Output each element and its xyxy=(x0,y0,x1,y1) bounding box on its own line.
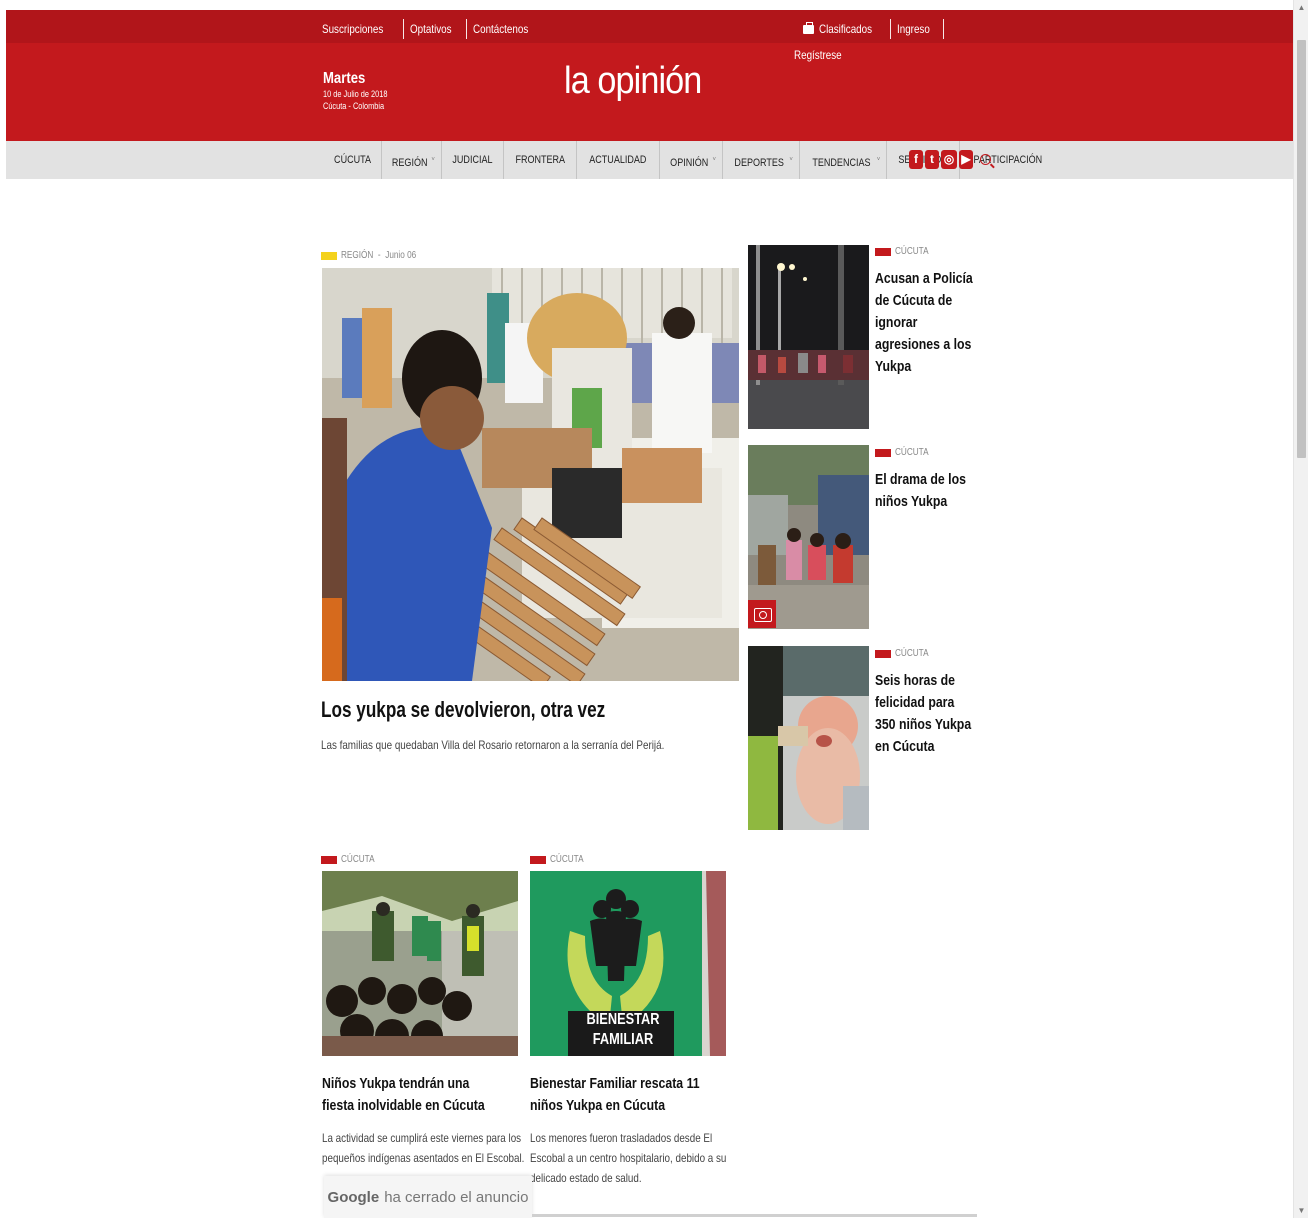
side-story-title-2[interactable]: El drama de los niños Yukpa xyxy=(875,469,973,513)
side-story-category-2: CÚCUTA xyxy=(875,447,936,458)
search-icon[interactable] xyxy=(980,154,991,165)
nav-item-opinion[interactable]: OPINIÓN ˅ xyxy=(660,141,723,179)
site-logo[interactable]: la opinión xyxy=(564,60,702,103)
site-header: Suscripciones Optativos Contáctenos Clas… xyxy=(6,10,1293,141)
briefcase-icon xyxy=(803,21,814,34)
nav-item-deportes[interactable]: DEPORTES ˅ xyxy=(723,141,800,179)
camera-icon xyxy=(748,600,776,628)
card-image-1[interactable] xyxy=(322,871,518,1056)
category-label[interactable]: REGIÓN - Junio 06 xyxy=(341,250,416,261)
divider xyxy=(889,19,891,39)
featured-summary: Las familias que quedaban Villa del Rosa… xyxy=(321,738,665,752)
location: Cúcuta - Colombia xyxy=(323,101,385,111)
card-summary-2: Los menores fueron trasladados desde El … xyxy=(530,1131,727,1185)
side-story-image-1[interactable] xyxy=(748,245,869,429)
card-category-2: CÚCUTA xyxy=(530,854,591,865)
side-story-title-3[interactable]: Seis horas de felicidad para 350 niños Y… xyxy=(875,670,973,758)
nav-item-judicial[interactable]: JUDICIAL xyxy=(442,141,504,179)
main-nav: CÚCUTA REGIÓN ˅ JUDICIAL FRONTERA ACTUALI… xyxy=(6,141,1293,179)
instagram-icon[interactable]: ◎ xyxy=(941,150,957,169)
side-story-category-1: CÚCUTA xyxy=(875,246,936,257)
card-image-2[interactable]: BIENESTAR FAMILIAR xyxy=(530,871,726,1056)
category-marker xyxy=(875,247,891,256)
ad-closed-text: ha cerrado el anuncio xyxy=(384,1188,529,1206)
top-bar: Suscripciones Optativos Contáctenos Clas… xyxy=(6,10,1293,43)
nav-item-frontera[interactable]: FRONTERA xyxy=(504,141,578,179)
card-title-2[interactable]: Bienestar Familiar rescata 11 niños Yukp… xyxy=(530,1073,710,1117)
account-links: Clasificados Ingreso xyxy=(803,19,950,39)
featured-image[interactable] xyxy=(322,268,739,681)
card-category-1: CÚCUTA xyxy=(321,854,382,865)
twitter-icon[interactable]: t xyxy=(925,150,939,169)
nav-item-actualidad[interactable]: ACTUALIDAD xyxy=(577,141,661,179)
youtube-icon[interactable]: ▶ xyxy=(959,150,973,169)
ad-closed-notice: Google ha cerrado el anuncio xyxy=(324,1176,532,1218)
weekday: Martes xyxy=(323,70,366,87)
side-story-category-3: CÚCUTA xyxy=(875,648,936,659)
divider xyxy=(402,19,404,39)
social-links: f t ◎ ▶ xyxy=(909,150,991,169)
date-block: Martes 10 de Julio de 2018 Cúcuta - Colo… xyxy=(323,70,402,112)
google-logo: Google xyxy=(327,1188,380,1206)
card-summary-1: La actividad se cumplirá este viernes pa… xyxy=(322,1131,525,1165)
facebook-icon[interactable]: f xyxy=(909,150,923,169)
bienestar-sign: BIENESTAR FAMILIAR xyxy=(586,1011,660,1048)
category-marker xyxy=(875,649,891,658)
subscriptions-link[interactable]: Suscripciones xyxy=(322,22,383,36)
nav-item-cucuta[interactable]: CÚCUTA xyxy=(324,141,383,179)
scroll-up-arrow-icon[interactable]: ▲ xyxy=(1294,0,1308,15)
category-marker xyxy=(321,251,337,260)
optativos-link[interactable]: Optativos xyxy=(410,22,452,36)
top-links: Suscripciones Optativos Contáctenos xyxy=(322,19,541,39)
divider xyxy=(466,19,468,39)
vertical-scrollbar[interactable]: ▲ ▼ xyxy=(1293,0,1308,1218)
login-link[interactable]: Ingreso xyxy=(897,22,930,36)
full-date: 10 de Julio de 2018 xyxy=(323,89,388,99)
featured-category: REGIÓN - Junio 06 xyxy=(321,250,433,261)
horizontal-scrollbar[interactable] xyxy=(532,1214,977,1217)
divider xyxy=(942,19,944,39)
nav-item-region[interactable]: REGIÓN ˅ xyxy=(382,141,442,179)
register-link[interactable]: Regístrese xyxy=(794,48,842,62)
featured-title[interactable]: Los yukpa se devolvieron, otra vez xyxy=(321,697,605,723)
card-title-1[interactable]: Niños Yukpa tendrán una fiesta inolvidab… xyxy=(322,1073,502,1117)
category-marker xyxy=(875,448,891,457)
classifieds-link[interactable]: Clasificados xyxy=(819,22,872,36)
category-marker xyxy=(321,855,337,864)
contact-link[interactable]: Contáctenos xyxy=(473,22,528,36)
scrollbar-thumb[interactable] xyxy=(1297,40,1306,458)
category-marker xyxy=(530,855,546,864)
nav-item-tendencias[interactable]: TENDENCIAS ˅ xyxy=(800,141,888,179)
side-story-image-3[interactable] xyxy=(748,646,869,830)
side-story-title-1[interactable]: Acusan a Policía de Cúcuta de ignorar ag… xyxy=(875,268,973,378)
scroll-down-arrow-icon[interactable]: ▼ xyxy=(1294,1203,1308,1218)
